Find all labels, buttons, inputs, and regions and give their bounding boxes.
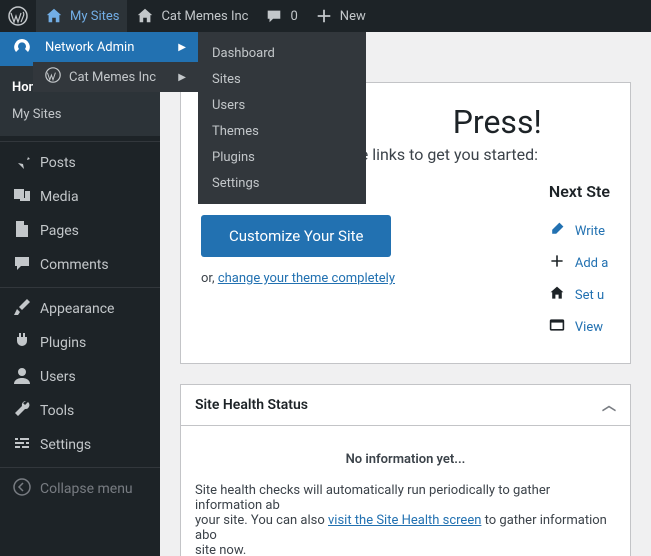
comment-icon bbox=[12, 253, 32, 277]
sidebar-tools[interactable]: Tools bbox=[0, 394, 160, 428]
admin-bar: My Sites Cat Memes Inc 0 New bbox=[0, 0, 651, 32]
site-name-menu[interactable]: Cat Memes Inc bbox=[127, 0, 256, 32]
network-admin-item[interactable]: Network Admin ▶ bbox=[33, 32, 198, 62]
sidebar-pages[interactable]: Pages bbox=[0, 214, 160, 248]
sidebar-media[interactable]: Media bbox=[0, 180, 160, 214]
brush-icon bbox=[12, 297, 32, 321]
page-icon bbox=[12, 219, 32, 243]
next-steps-heading: Next Ste bbox=[549, 182, 610, 201]
admin-sidebar: Ho Home My Sites Posts Media Pages Comme… bbox=[0, 32, 160, 556]
network-admin-flyout: Dashboard Sites Users Themes Plugins Set… bbox=[198, 32, 366, 204]
user-icon bbox=[12, 365, 32, 389]
wordpress-icon bbox=[8, 6, 28, 26]
plus-icon bbox=[549, 253, 565, 273]
flyout-dashboard[interactable]: Dashboard bbox=[198, 40, 366, 66]
setup-link[interactable]: Set u bbox=[575, 288, 604, 303]
sidebar-posts[interactable]: Posts bbox=[0, 146, 160, 180]
site-name-label: Cat Memes Inc bbox=[161, 9, 248, 24]
collapse-menu[interactable]: Collapse menu bbox=[0, 472, 160, 506]
next-steps-column: Next Ste Write Add a Set u View bbox=[549, 182, 610, 343]
new-content-menu[interactable]: New bbox=[306, 0, 374, 32]
comments-count: 0 bbox=[290, 9, 297, 24]
site-health-title: Site Health Status bbox=[195, 397, 308, 413]
media-icon bbox=[12, 185, 32, 209]
my-sites-label: My Sites bbox=[70, 9, 119, 24]
sidebar-appearance[interactable]: Appearance bbox=[0, 292, 160, 326]
home-icon bbox=[549, 285, 565, 305]
pin-icon bbox=[12, 151, 32, 175]
comment-icon bbox=[264, 6, 284, 26]
home-icon bbox=[135, 6, 155, 26]
flyout-themes[interactable]: Themes bbox=[198, 118, 366, 144]
site-health-description: Site health checks will automatically ru… bbox=[195, 483, 616, 556]
sidebar-settings[interactable]: Settings bbox=[0, 428, 160, 462]
sidebar-sub-my-sites[interactable]: My Sites bbox=[0, 101, 160, 128]
wordpress-icon bbox=[45, 67, 61, 87]
flyout-plugins[interactable]: Plugins bbox=[198, 144, 366, 170]
new-label: New bbox=[340, 9, 366, 24]
no-info-text: No information yet... bbox=[195, 452, 616, 467]
site-health-panel: Site Health Status ︿ No information yet.… bbox=[180, 384, 631, 556]
plug-icon bbox=[12, 331, 32, 355]
comments-menu[interactable]: 0 bbox=[256, 0, 305, 32]
sidebar-users[interactable]: Users bbox=[0, 360, 160, 394]
view-icon bbox=[549, 317, 565, 337]
wp-logo-menu[interactable] bbox=[0, 0, 36, 32]
wrench-icon bbox=[12, 399, 32, 423]
change-theme-link[interactable]: change your theme completely bbox=[218, 271, 395, 286]
collapse-icon bbox=[12, 477, 32, 501]
site-health-link[interactable]: visit the Site Health screen bbox=[328, 513, 481, 528]
get-started-column: Get Started Customize Your Site or, chan… bbox=[201, 182, 509, 343]
write-link[interactable]: Write bbox=[575, 224, 605, 239]
chevron-right-icon: ▶ bbox=[178, 42, 186, 53]
flyout-site-label: Cat Memes Inc bbox=[69, 70, 156, 85]
plus-icon bbox=[314, 6, 334, 26]
chevron-up-icon: ︿ bbox=[602, 395, 616, 415]
edit-icon bbox=[549, 221, 565, 241]
chevron-right-icon: ▶ bbox=[178, 72, 186, 83]
sliders-icon bbox=[12, 433, 32, 457]
change-theme-line: or, change your theme completely bbox=[201, 271, 509, 286]
flyout-sites[interactable]: Sites bbox=[198, 66, 366, 92]
flyout-site-item[interactable]: Cat Memes Inc ▶ bbox=[33, 62, 198, 92]
home-icon bbox=[44, 6, 64, 26]
site-health-body: No information yet... Site health checks… bbox=[181, 426, 630, 556]
add-link[interactable]: Add a bbox=[575, 256, 608, 271]
my-sites-menu[interactable]: My Sites bbox=[36, 0, 127, 32]
flyout-users[interactable]: Users bbox=[198, 92, 366, 118]
my-sites-flyout: Network Admin ▶ Cat Memes Inc ▶ bbox=[33, 32, 198, 92]
network-admin-label: Network Admin bbox=[45, 40, 134, 55]
dashboard-icon bbox=[12, 37, 32, 61]
customize-site-button[interactable]: Customize Your Site bbox=[201, 215, 391, 257]
flyout-settings[interactable]: Settings bbox=[198, 170, 366, 196]
site-health-header[interactable]: Site Health Status ︿ bbox=[181, 385, 630, 426]
sidebar-plugins[interactable]: Plugins bbox=[0, 326, 160, 360]
view-link[interactable]: View bbox=[575, 320, 603, 335]
sidebar-comments[interactable]: Comments bbox=[0, 248, 160, 282]
